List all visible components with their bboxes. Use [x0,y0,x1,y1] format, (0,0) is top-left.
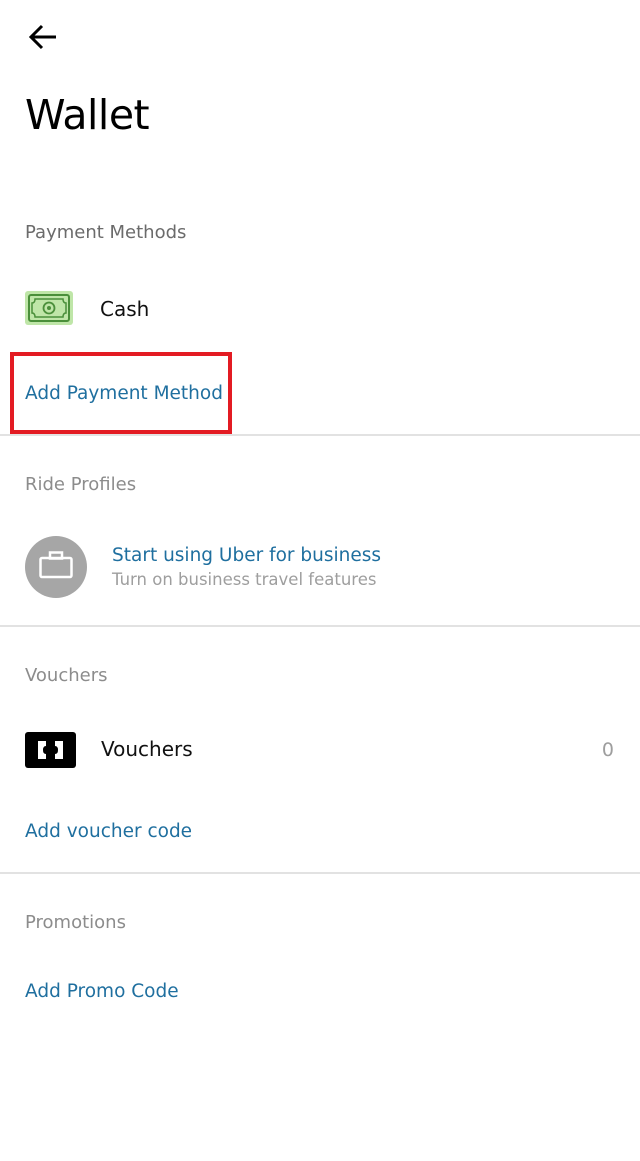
vouchers-count: 0 [601,739,614,761]
payment-methods-header: Payment Methods [25,222,187,243]
vouchers-header: Vouchers [25,665,108,686]
business-title: Start using Uber for business [112,545,382,566]
divider [0,872,640,874]
add-promo-code-link[interactable]: Add Promo Code [25,981,179,1002]
business-avatar [25,536,87,598]
ticket-icon [25,732,76,768]
business-subtitle: Turn on business travel features [112,570,377,589]
divider [0,625,640,627]
vouchers-label: Vouchers [101,737,193,761]
arrow-left-icon [28,24,58,54]
ride-profiles-header: Ride Profiles [25,474,137,495]
add-voucher-code-link[interactable]: Add voucher code [25,821,192,842]
add-payment-method-link[interactable]: Add Payment Method [25,383,223,404]
briefcase-icon [39,551,73,583]
back-button[interactable] [22,20,64,58]
page-title: Wallet [25,91,150,139]
promotions-header: Promotions [25,912,126,933]
divider [0,434,640,436]
cash-icon [25,291,73,325]
cash-label: Cash [100,297,150,321]
